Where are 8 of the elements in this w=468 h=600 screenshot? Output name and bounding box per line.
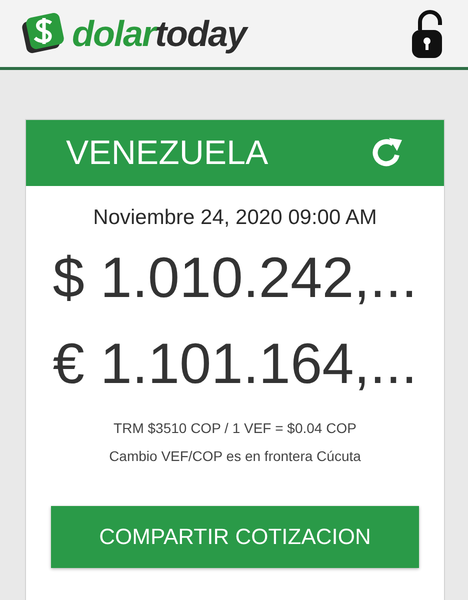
country-title: VENEZUELA [66,134,268,172]
price-text: $ 1.010.242,... [52,245,418,312]
note-text: TRM $3510 COP / 1 VEF = $0.04 COP [114,420,356,436]
price-text: € 1.101.164,... [52,331,418,398]
note-text: Cambio VEF/COP es en frontera Cúcuta [109,448,361,464]
date-text: Noviembre 24, 2020 09:00 AM [92,206,378,230]
share-button[interactable]: COMPARTIR COTIZACION [51,506,419,568]
logo-text: dolartoday [72,12,246,54]
